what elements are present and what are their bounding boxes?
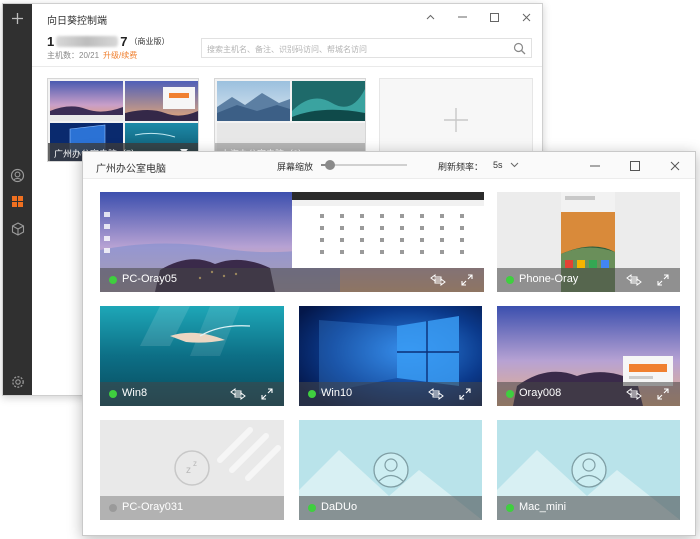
cube-icon[interactable] <box>7 218 28 239</box>
online-status-dot <box>308 504 316 512</box>
host-tile[interactable]: Win8 <box>100 306 284 406</box>
online-status-dot <box>506 504 514 512</box>
offline-status-dot <box>109 504 117 512</box>
tile-footer: DaDUo <box>299 496 482 520</box>
host-tile[interactable]: Oray008 <box>497 306 680 406</box>
host-name: Win8 <box>122 387 148 399</box>
refresh-rate-value: 5s <box>493 160 503 170</box>
host-count: 主机数：20/21 <box>47 51 100 60</box>
tile-footer: Oray008 <box>497 382 680 406</box>
account-edition: （商业版） <box>129 36 170 46</box>
host-name: Mac_mini <box>519 501 567 513</box>
online-status-dot <box>506 276 514 284</box>
svg-text:z: z <box>186 465 191 476</box>
remote-control-icon[interactable] <box>430 272 446 288</box>
search-input[interactable]: 搜索主机名、备注、识别码访问、帮城名访问 <box>201 38 532 58</box>
host-thumbnail <box>292 81 365 121</box>
account-number-end: 7 <box>120 33 128 49</box>
host-thumbnail <box>217 81 290 121</box>
account-number-start: 1 <box>47 33 55 49</box>
expand-icon[interactable] <box>459 272 475 288</box>
host-tile[interactable]: PC-Oray05 <box>100 192 484 292</box>
tile-footer: Win8 <box>100 382 284 406</box>
zoom-label: 屏幕缩放 <box>277 162 314 172</box>
expand-icon[interactable] <box>457 386 473 402</box>
titlebar: 广州办公室电脑 屏幕缩放 刷新频率： 5s <box>83 152 695 179</box>
host-count-line: 主机数：20/21 升级/续费 <box>47 50 137 61</box>
remote-control-icon[interactable] <box>626 386 642 402</box>
tile-footer: PC-Oray031 <box>100 496 284 520</box>
window-controls <box>414 4 542 30</box>
header-divider <box>32 66 542 67</box>
online-status-dot <box>506 390 514 398</box>
plus-icon <box>444 108 468 132</box>
minimize-icon[interactable] <box>446 4 478 30</box>
online-status-dot <box>308 390 316 398</box>
remote-control-icon[interactable] <box>428 386 444 402</box>
host-tile[interactable]: Mac_mini <box>497 420 680 520</box>
host-tile[interactable]: z z PC-Oray031 <box>100 420 284 520</box>
host-name: Phone-Oray <box>519 273 579 285</box>
close-icon[interactable] <box>655 152 695 179</box>
search-placeholder: 搜索主机名、备注、识别码访问、帮城名访问 <box>207 45 367 54</box>
maximize-icon[interactable] <box>615 152 655 179</box>
plus-icon[interactable] <box>7 8 28 29</box>
remote-control-icon[interactable] <box>7 165 28 186</box>
zoom-slider-handle[interactable] <box>325 160 335 170</box>
titlebar: 向日葵控制端 <box>32 4 542 30</box>
host-tile[interactable]: Win10 <box>299 306 482 406</box>
host-thumbnail <box>125 81 198 121</box>
online-status-dot <box>109 390 117 398</box>
remote-control-icon[interactable] <box>230 386 246 402</box>
host-list-icon[interactable] <box>7 191 28 212</box>
expand-icon[interactable] <box>655 386 671 402</box>
minimize-icon[interactable] <box>575 152 615 179</box>
zoom-slider[interactable] <box>321 160 407 170</box>
window-controls <box>575 152 695 179</box>
desktop: 向日葵控制端 1 7 （商业版） 主机数：20/21 升级/续费 搜索主机名、备… <box>0 0 700 539</box>
tile-footer: PC-Oray05 <box>100 268 484 292</box>
refresh-rate-label: 刷新频率： <box>438 162 484 172</box>
svg-text:z: z <box>193 459 197 468</box>
close-icon[interactable] <box>510 4 542 30</box>
group-card-guangzhou[interactable]: 广州办公室电脑（7） <box>47 78 199 162</box>
remote-control-icon[interactable] <box>626 272 642 288</box>
settings-icon[interactable] <box>7 371 28 392</box>
upgrade-link[interactable]: 升级/续费 <box>103 51 137 60</box>
chevron-down-icon <box>510 162 518 168</box>
host-thumbnail <box>50 81 123 121</box>
host-name: Oray008 <box>519 387 562 399</box>
host-name: Win10 <box>321 387 353 399</box>
expand-icon[interactable] <box>655 272 671 288</box>
account-id: 1 7 （商业版） <box>47 33 170 49</box>
expand-icon[interactable] <box>259 386 275 402</box>
tile-footer: Phone-Oray <box>497 268 680 292</box>
search-icon[interactable] <box>513 42 526 55</box>
refresh-rate-select[interactable]: 5s <box>493 160 519 170</box>
maximize-icon[interactable] <box>478 4 510 30</box>
host-tile[interactable]: DaDUo <box>299 420 482 520</box>
group-monitor-window: 广州办公室电脑 屏幕缩放 刷新频率： 5s PC-Oray05 Phone-Or… <box>82 151 696 536</box>
window-title: 广州办公室电脑 <box>96 164 166 175</box>
tile-footer: Win10 <box>299 382 482 406</box>
tile-footer: Mac_mini <box>497 496 680 520</box>
add-group-button[interactable] <box>379 78 533 162</box>
redacted-account-number <box>56 35 119 47</box>
group-card-shanghai[interactable]: 上海办公室电脑（2） <box>214 78 366 162</box>
sidebar <box>3 4 32 395</box>
host-name: PC-Oray031 <box>122 501 184 513</box>
online-status-dot <box>109 276 117 284</box>
collapse-icon[interactable] <box>414 4 446 30</box>
host-tile[interactable]: Phone-Oray <box>497 192 680 292</box>
host-name: PC-Oray05 <box>122 273 178 285</box>
host-name: DaDUo <box>321 501 358 513</box>
window-title: 向日葵控制端 <box>47 16 107 27</box>
